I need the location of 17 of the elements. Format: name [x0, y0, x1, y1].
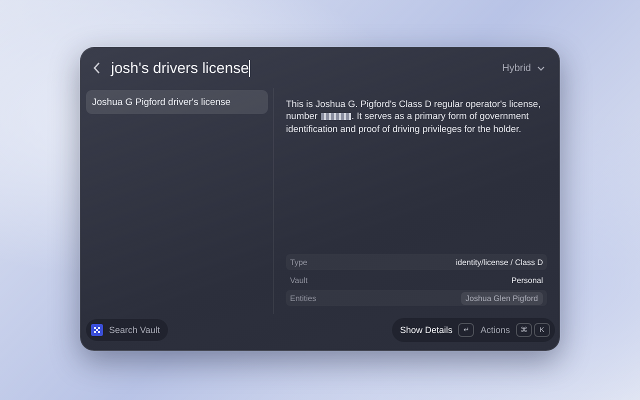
entity-tag[interactable]: Joshua Glen Pigford	[460, 292, 543, 304]
show-details-button[interactable]: Show Details	[400, 325, 452, 335]
result-item[interactable]: Joshua G Pigford driver's license	[86, 90, 268, 114]
chevron-down-icon	[537, 66, 545, 70]
field-label: Vault	[290, 276, 308, 284]
back-icon[interactable]	[93, 62, 101, 74]
field-label: Type	[290, 258, 308, 266]
actions-button[interactable]: Actions	[480, 325, 510, 335]
field-value: Personal	[511, 276, 543, 284]
field-value: identity/license / Class D	[456, 258, 543, 266]
search-vault-button[interactable]: Search Vault	[86, 319, 168, 341]
vault-logo	[91, 324, 103, 336]
description-text: This is Joshua G. Pigford's Class D regular operator's license, number . It serves as a primary form of government identification and proof of driving privileges for the holder.	[286, 98, 542, 136]
redacted-number	[320, 113, 351, 120]
search-field[interactable]: josh's drivers license	[111, 60, 492, 76]
field-label: Entities	[290, 294, 316, 302]
mode-dropdown[interactable]: Hybrid	[502, 62, 545, 74]
